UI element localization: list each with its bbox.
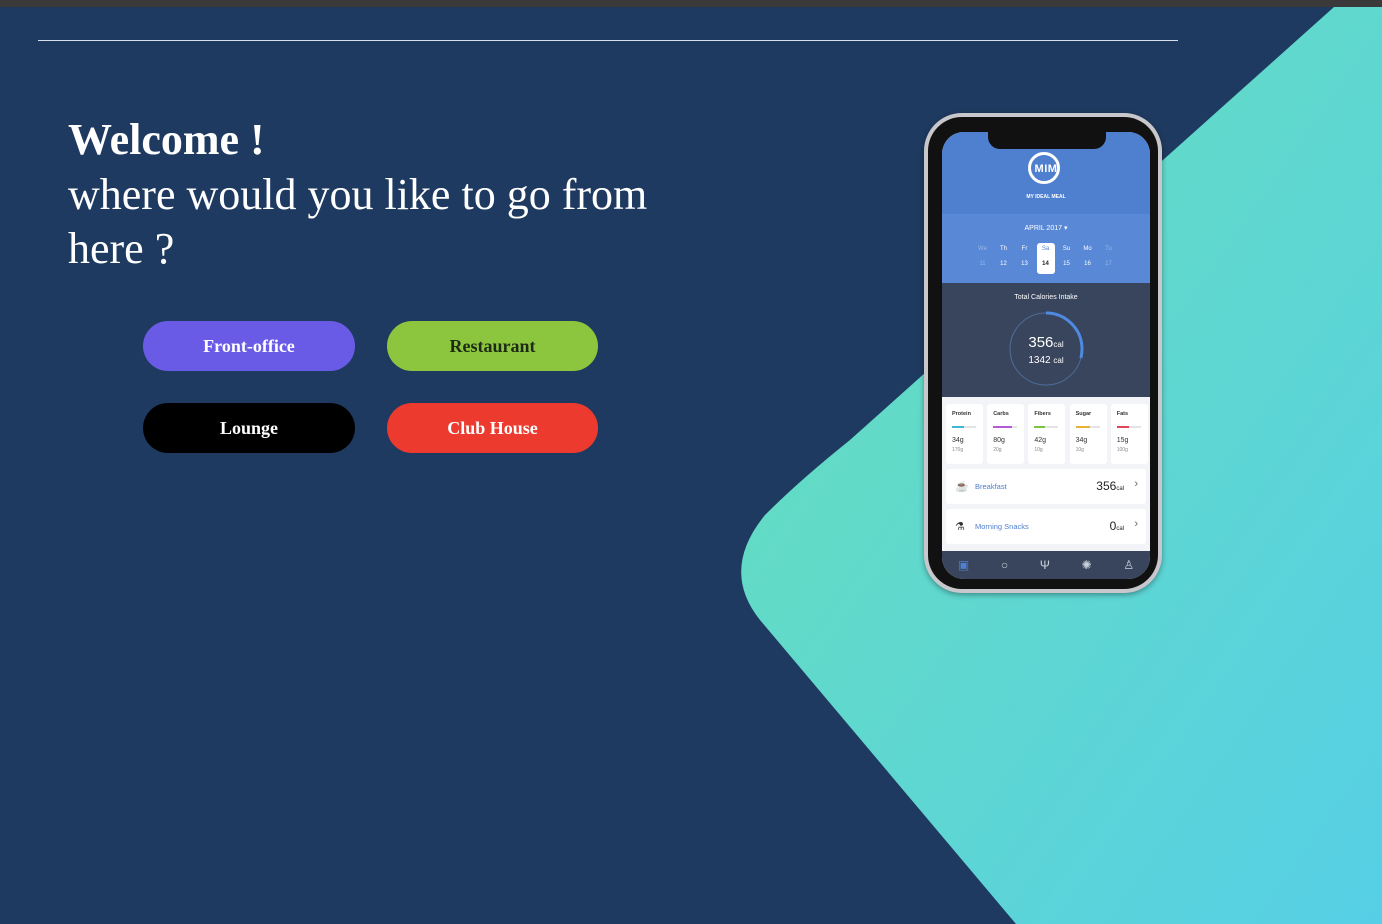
day-item-selected: Sa 14 [1036, 243, 1055, 274]
day-item: Tu 17 [1105, 246, 1112, 267]
search-icon: ○ [1000, 558, 1009, 572]
profile-icon: ♙ [1123, 558, 1135, 572]
header-divider [38, 40, 1178, 41]
phone-bezel: MIM MY IDEAL MEAL APRIL 2017 ▾ We 11 Th 12… [928, 117, 1158, 589]
journal-icon: ▣ [957, 558, 970, 572]
calories-consumed: 356cal [1028, 334, 1064, 351]
meal-row-breakfast: ☕ Breakfast 356cal › [946, 469, 1146, 504]
phone-notch [988, 132, 1106, 149]
welcome-section: Welcome ! where would you like to go fro… [68, 112, 668, 276]
month-selector: APRIL 2017 ▾ [1024, 225, 1068, 232]
front-office-button[interactable]: Front-office [143, 321, 355, 371]
app-logo-mark: MIM [1034, 163, 1058, 175]
macro-card-carbs: Carbs 80g 20g [987, 404, 1025, 464]
utensils-icon: Ψ [1039, 558, 1050, 572]
macro-card-fibers: Fibers 42g 10g [1028, 404, 1066, 464]
lounge-button[interactable]: Lounge [143, 403, 355, 453]
phone-mockup: MIM MY IDEAL MEAL APRIL 2017 ▾ We 11 Th 12… [924, 113, 1162, 593]
app-tab-bar: ▣ ○ Ψ ✺ ♙ [942, 551, 1150, 579]
macro-card-fats: Fats 15g 100g [1110, 404, 1148, 464]
calendar-strip: APRIL 2017 ▾ We 11 Th 12 Fr 13 Sa 14 Su 15 Mo… [942, 214, 1150, 283]
day-item: We 11 [978, 246, 987, 267]
calorie-intake-panel: Total Calories Intake 356cal 1342 cal [942, 283, 1150, 397]
macro-card-protein: Protein 34g 170g [946, 404, 983, 464]
day-item: Fr 13 [1021, 246, 1028, 267]
app-logo-name: MY IDEAL MEAL [1026, 194, 1066, 200]
club-house-button[interactable]: Club House [387, 403, 598, 453]
chevron-right-icon: › [1134, 478, 1138, 490]
day-item: Su 15 [1062, 246, 1071, 267]
macro-cards: Protein 34g 170g Carbs 80g 20g Fibers 42g 10g … [946, 404, 1148, 464]
breakfast-icon: ☕ [955, 481, 969, 493]
intake-title: Total Calories Intake [1014, 294, 1078, 301]
day-item: Mo 16 [1083, 246, 1092, 267]
calories-goal: 1342 cal [1028, 355, 1064, 366]
day-item: Th 12 [999, 246, 1007, 267]
lightbulb-icon: ✺ [1081, 558, 1092, 572]
chevron-right-icon: › [1134, 518, 1138, 530]
meal-row-morning-snacks: ⚗ Morning Snacks 0cal › [946, 509, 1146, 544]
phone-screen: MIM MY IDEAL MEAL APRIL 2017 ▾ We 11 Th 12… [942, 132, 1150, 579]
welcome-title: Welcome ! [68, 115, 265, 164]
macro-card-sugar: Sugar 34g 10g [1069, 404, 1107, 464]
restaurant-button[interactable]: Restaurant [387, 321, 598, 371]
welcome-subtitle: where would you like to go from here ? [68, 170, 648, 273]
day-list: We 11 Th 12 Fr 13 Sa 14 Su 15 Mo 16 Tu 17 [972, 243, 1119, 274]
snack-icon: ⚗ [955, 521, 965, 533]
